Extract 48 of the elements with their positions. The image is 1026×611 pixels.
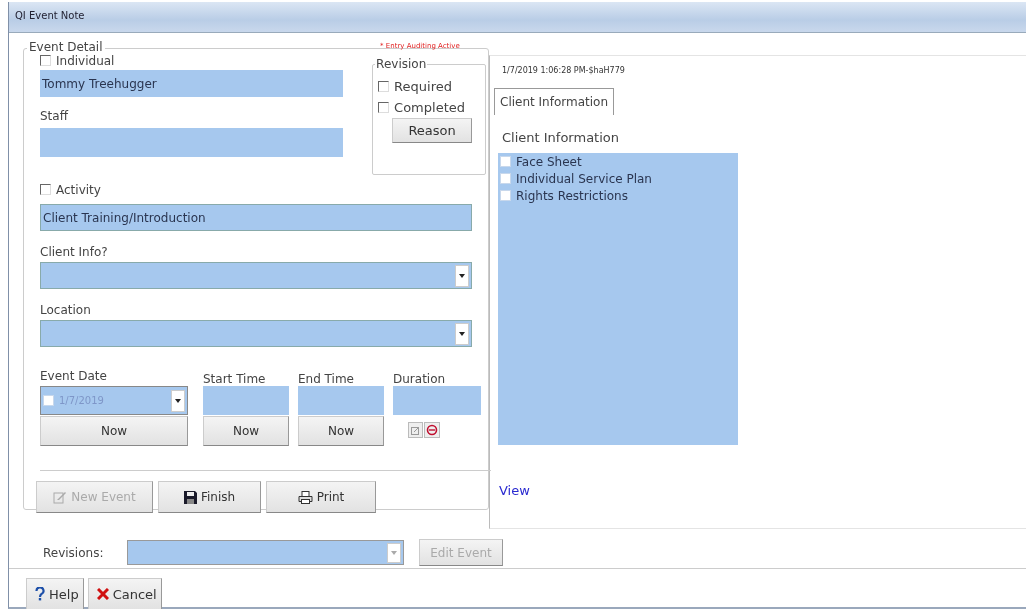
time-field[interactable] (203, 386, 289, 415)
help-icon (35, 587, 45, 601)
activity-field[interactable]: Client Training/Introduction (40, 204, 472, 231)
individual-field[interactable]: Tommy Treehugger (40, 70, 343, 97)
duration-field[interactable] (393, 386, 481, 415)
dropdown-field[interactable] (40, 262, 472, 289)
checkbox-label: Completed (378, 100, 487, 115)
field-label: Duration (393, 371, 447, 385)
now-button[interactable]: Now (203, 416, 289, 446)
field-label: End Time (298, 371, 355, 385)
printer-icon (297, 490, 313, 504)
group-legend: Event Detail (27, 40, 105, 54)
window-title: QI Event Note (15, 10, 85, 21)
checkbox-label: Activity (40, 183, 491, 199)
time-field[interactable] (298, 386, 384, 415)
tab[interactable]: Client Information (494, 88, 615, 115)
checkbox-label: Individual (40, 54, 358, 70)
clear-icon[interactable] (424, 422, 440, 438)
edit-icon (53, 490, 68, 504)
field-label: Staff (40, 109, 70, 123)
checklist-item[interactable]: Individual Service Plan (500, 172, 738, 189)
cancel-icon (96, 588, 109, 600)
checkbox[interactable] (378, 81, 390, 92)
checklist-item[interactable]: Face Sheet (500, 155, 738, 172)
field-label: Event Date (40, 369, 108, 385)
checkbox-label: Required (378, 79, 487, 94)
revisions-dropdown[interactable] (127, 540, 404, 565)
field-label: Revisions: (43, 545, 105, 560)
timestamp: 1/7/2019 1:06:28 PM-$haH779 (502, 66, 626, 77)
checkbox[interactable] (40, 55, 51, 66)
view-link[interactable]: View (499, 483, 530, 498)
checkbox[interactable] (378, 102, 390, 113)
checklist-item[interactable]: Rights Restrictions (500, 189, 738, 206)
field-label: Location (40, 303, 92, 317)
reason-button[interactable]: Reason (392, 118, 473, 143)
finish-button[interactable]: Finish (158, 481, 261, 513)
edit-icon[interactable] (408, 422, 423, 438)
checkbox[interactable] (40, 184, 51, 195)
field-label: Start Time (203, 371, 267, 385)
group-legend: Revision (375, 57, 428, 71)
cancel-button[interactable]: Cancel (87, 578, 162, 609)
field-label: Client Info? (40, 245, 109, 259)
now-button[interactable]: Now (298, 416, 384, 446)
dropdown-field[interactable] (40, 320, 472, 347)
staff-field[interactable] (40, 128, 343, 157)
help-button[interactable]: Help (26, 578, 84, 609)
print-button[interactable]: Print (266, 481, 376, 513)
list-heading: Client Information (502, 130, 621, 145)
